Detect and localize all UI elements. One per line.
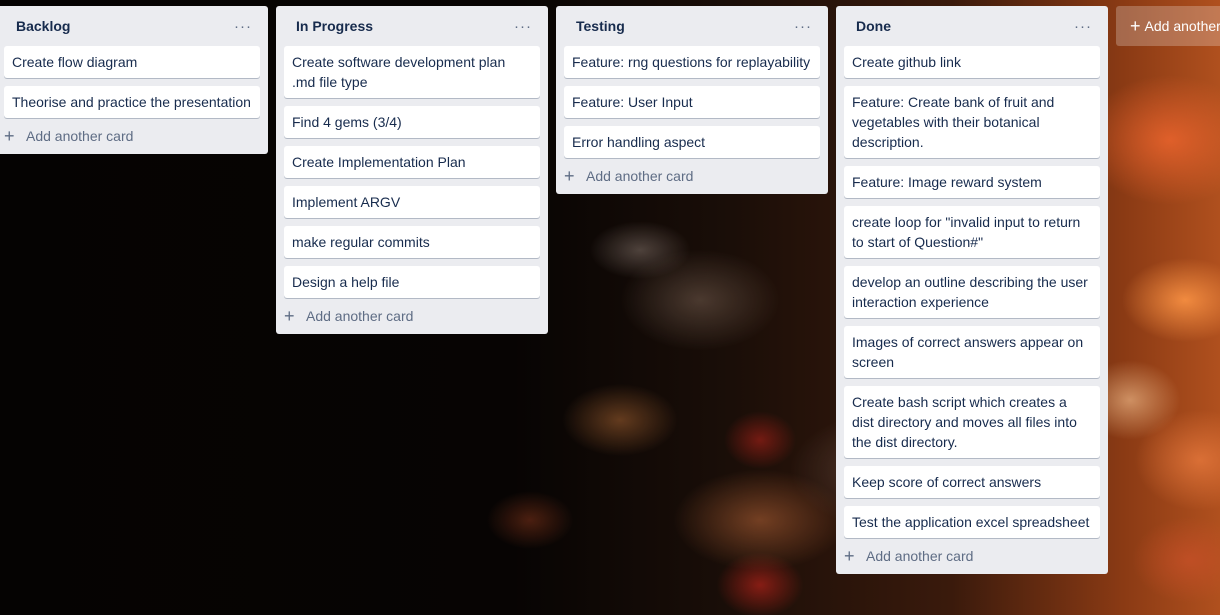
- plus-icon: +: [4, 126, 15, 146]
- card-list: Create github link Feature: Create bank …: [844, 46, 1100, 538]
- card[interactable]: Create software development plan .md fil…: [284, 46, 540, 98]
- add-card-button[interactable]: + Add another card: [284, 298, 540, 334]
- ellipsis-icon[interactable]: ···: [230, 16, 256, 36]
- list-backlog: Backlog ··· Create flow diagram Theorise…: [0, 6, 268, 154]
- list-title[interactable]: In Progress: [288, 18, 373, 34]
- card[interactable]: Create github link: [844, 46, 1100, 78]
- ellipsis-icon[interactable]: ···: [510, 16, 536, 36]
- add-card-button[interactable]: + Add another card: [4, 118, 260, 154]
- add-list-button[interactable]: + Add another list: [1116, 6, 1220, 46]
- add-card-label: Add another card: [306, 308, 414, 324]
- plus-icon: +: [844, 546, 855, 566]
- list-header: Testing ···: [564, 6, 820, 46]
- card[interactable]: Create Implementation Plan: [284, 146, 540, 178]
- ellipsis-icon[interactable]: ···: [1070, 16, 1096, 36]
- add-card-label: Add another card: [866, 548, 974, 564]
- list-header: In Progress ···: [284, 6, 540, 46]
- list-title[interactable]: Done: [848, 18, 891, 34]
- card[interactable]: Find 4 gems (3/4): [284, 106, 540, 138]
- card-list: Create flow diagram Theorise and practic…: [4, 46, 260, 118]
- plus-icon: +: [284, 306, 295, 326]
- plus-icon: +: [564, 166, 575, 186]
- list-header: Done ···: [844, 6, 1100, 46]
- card[interactable]: Feature: Create bank of fruit and vegeta…: [844, 86, 1100, 158]
- list-header: Backlog ···: [4, 6, 260, 46]
- card[interactable]: Create bash script which creates a dist …: [844, 386, 1100, 458]
- card[interactable]: Design a help file: [284, 266, 540, 298]
- add-card-label: Add another card: [586, 168, 694, 184]
- list-in-progress: In Progress ··· Create software developm…: [276, 6, 548, 334]
- card[interactable]: develop an outline describing the user i…: [844, 266, 1100, 318]
- card[interactable]: Images of correct answers appear on scre…: [844, 326, 1100, 378]
- card[interactable]: Feature: Image reward system: [844, 166, 1100, 198]
- card[interactable]: Create flow diagram: [4, 46, 260, 78]
- plus-icon: +: [1130, 16, 1141, 36]
- list-title[interactable]: Testing: [568, 18, 625, 34]
- list-testing: Testing ··· Feature: rng questions for r…: [556, 6, 828, 194]
- card[interactable]: Implement ARGV: [284, 186, 540, 218]
- board: Backlog ··· Create flow diagram Theorise…: [0, 0, 1220, 615]
- card[interactable]: Theorise and practice the presentation: [4, 86, 260, 118]
- card-list: Feature: rng questions for replayability…: [564, 46, 820, 158]
- ellipsis-icon[interactable]: ···: [790, 16, 816, 36]
- card[interactable]: Error handling aspect: [564, 126, 820, 158]
- card-list: Create software development plan .md fil…: [284, 46, 540, 298]
- card[interactable]: create loop for "invalid input to return…: [844, 206, 1100, 258]
- add-list-label: Add another list: [1144, 18, 1220, 34]
- card[interactable]: Test the application excel spreadsheet: [844, 506, 1100, 538]
- card[interactable]: make regular commits: [284, 226, 540, 258]
- card[interactable]: Keep score of correct answers: [844, 466, 1100, 498]
- card[interactable]: Feature: User Input: [564, 86, 820, 118]
- list-title[interactable]: Backlog: [8, 18, 70, 34]
- card[interactable]: Feature: rng questions for replayability: [564, 46, 820, 78]
- add-card-button[interactable]: + Add another card: [844, 538, 1100, 574]
- add-card-button[interactable]: + Add another card: [564, 158, 820, 194]
- add-card-label: Add another card: [26, 128, 134, 144]
- list-done: Done ··· Create github link Feature: Cre…: [836, 6, 1108, 574]
